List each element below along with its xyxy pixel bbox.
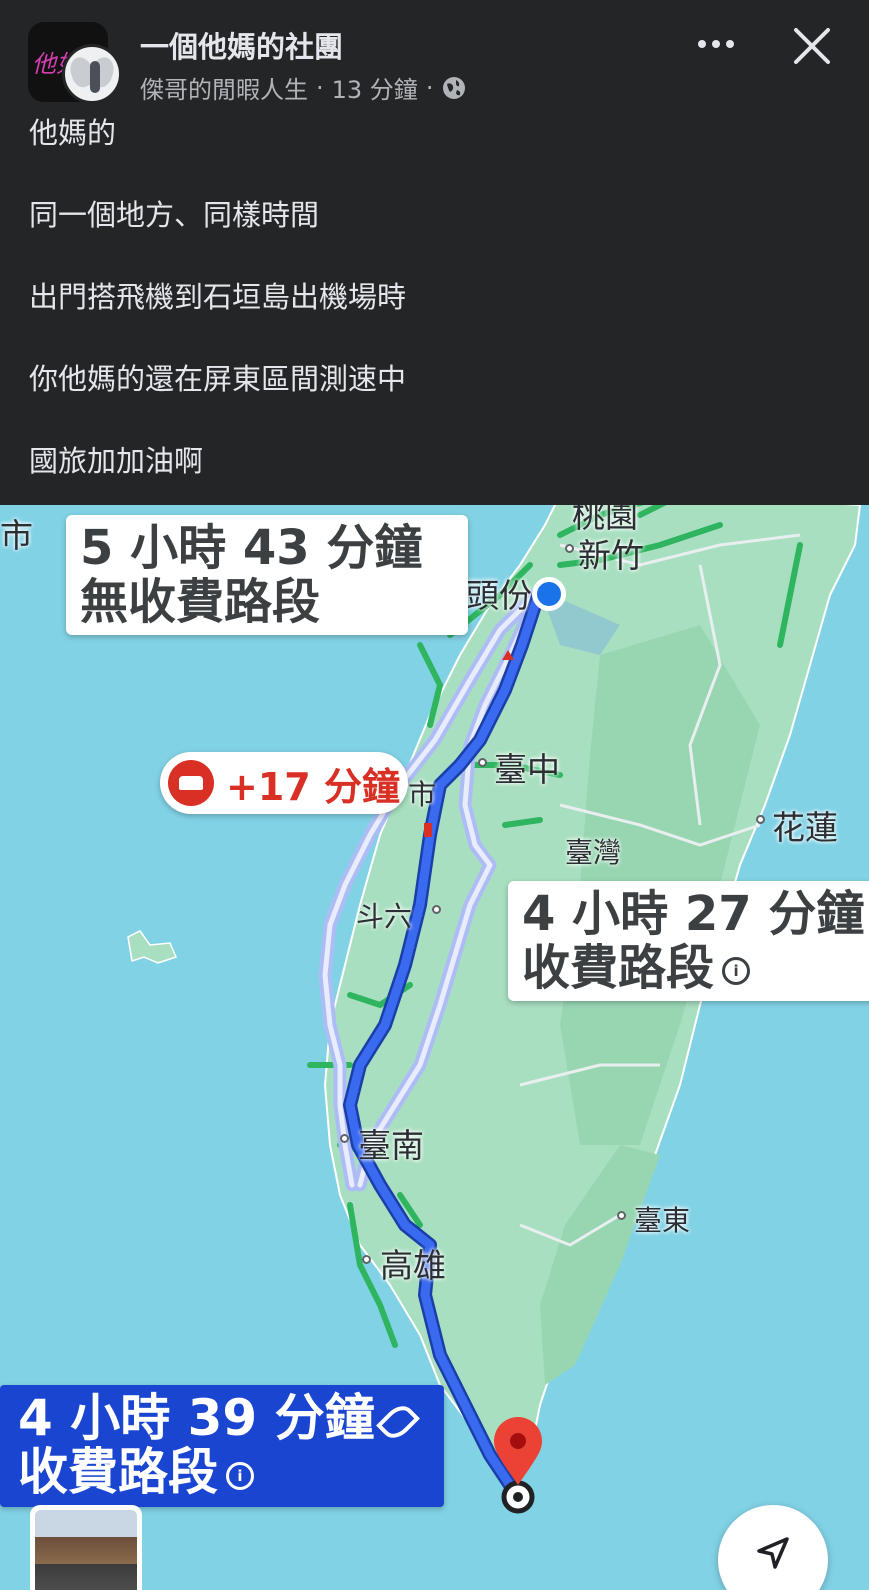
globe-icon [443,76,466,99]
map-label-toufen: 頭份 [466,576,532,615]
traffic-delay-badge[interactable]: +17 分鐘 [160,752,408,814]
traffic-delay-text: +17 分鐘 [226,764,400,809]
map-dot-tainan [340,1134,349,1143]
current-location-dot-icon [532,577,566,611]
info-icon[interactable]: i [226,1461,254,1490]
post-meta: 傑哥的閒暇人生 · 13 分鐘 · [140,70,467,105]
post-line: 出門搭飛機到石垣島出機場時 [29,280,407,314]
map-dot-douliu [432,905,441,914]
group-name[interactable]: 一個他媽的社團 [140,24,343,66]
post-line: 你他媽的還在屏東區間測速中 [29,362,407,396]
route-card-selected[interactable]: 4 小時 39 分鐘 收費路段 i [0,1385,444,1507]
route-type: 收費路段 [18,1443,218,1501]
map-label-edge: 市 [0,516,33,555]
route-type: 收費路段 [522,940,715,996]
author-name[interactable]: 傑哥的閒暇人生 [140,70,308,105]
map-dot-hsinchu [565,544,574,553]
car-delay-icon [168,760,214,806]
post-time[interactable]: 13 分鐘 [332,70,418,105]
route-type: 無收費路段 [80,574,321,630]
map-label-partial: 市 [408,778,437,811]
map-dot-hualien [756,815,765,824]
map-label-hualien: 花蓮 [772,808,838,847]
post-line: 他媽的 [29,116,117,150]
map-screenshot[interactable]: 市 桃園 新竹 頭份 臺中 花蓮 臺灣 市 斗六 臺南 臺東 高雄 5 小時 4… [0,505,869,1590]
map-label-tainan: 臺南 [358,1126,424,1165]
post-line: 國旅加加油啊 [29,444,204,478]
map-label-taichung: 臺中 [494,750,560,789]
route-duration: 4 小時 39 分鐘 [18,1389,375,1447]
map-dot-kaohsiung [362,1255,371,1264]
map-label-kaohsiung: 高雄 [380,1246,446,1285]
map-label-hsinchu: 新竹 [578,536,644,575]
close-icon[interactable] [790,24,834,68]
meta-separator: · [425,73,434,102]
map-label-taitung: 臺東 [634,1204,691,1237]
more-options-button[interactable] [686,24,746,64]
route-duration: 4 小時 27 分鐘 [522,886,865,942]
post-line: 同一個地方、同樣時間 [29,198,320,232]
map-pin-icon [494,1417,542,1514]
post-body: 他媽的 同一個地方、同樣時間 出門搭飛機到石垣島出機場時 你他媽的還在屏東區間測… [29,115,849,525]
author-avatar[interactable] [62,44,122,104]
route-card-toll-free[interactable]: 5 小時 43 分鐘 無收費路段 [66,515,468,635]
post-header: 他如 一個他媽的社團 傑哥的閒暇人生 · 13 分鐘 · [0,0,869,112]
map-dot-taitung [617,1211,626,1220]
place-thumbnail[interactable] [30,1505,142,1590]
map-label-taiwan: 臺灣 [565,836,622,869]
meta-separator: · [316,73,324,102]
map-dot-taichung [478,758,487,767]
navigation-arrow-icon [757,1537,789,1569]
route-card-toll-alt[interactable]: 4 小時 27 分鐘 收費路段 i [508,881,869,1001]
route-duration: 5 小時 43 分鐘 [80,520,423,576]
info-icon[interactable]: i [722,957,751,985]
more-dots-icon [698,40,706,48]
map-label-douliu: 斗六 [356,900,413,933]
leaf-icon [375,1399,420,1444]
